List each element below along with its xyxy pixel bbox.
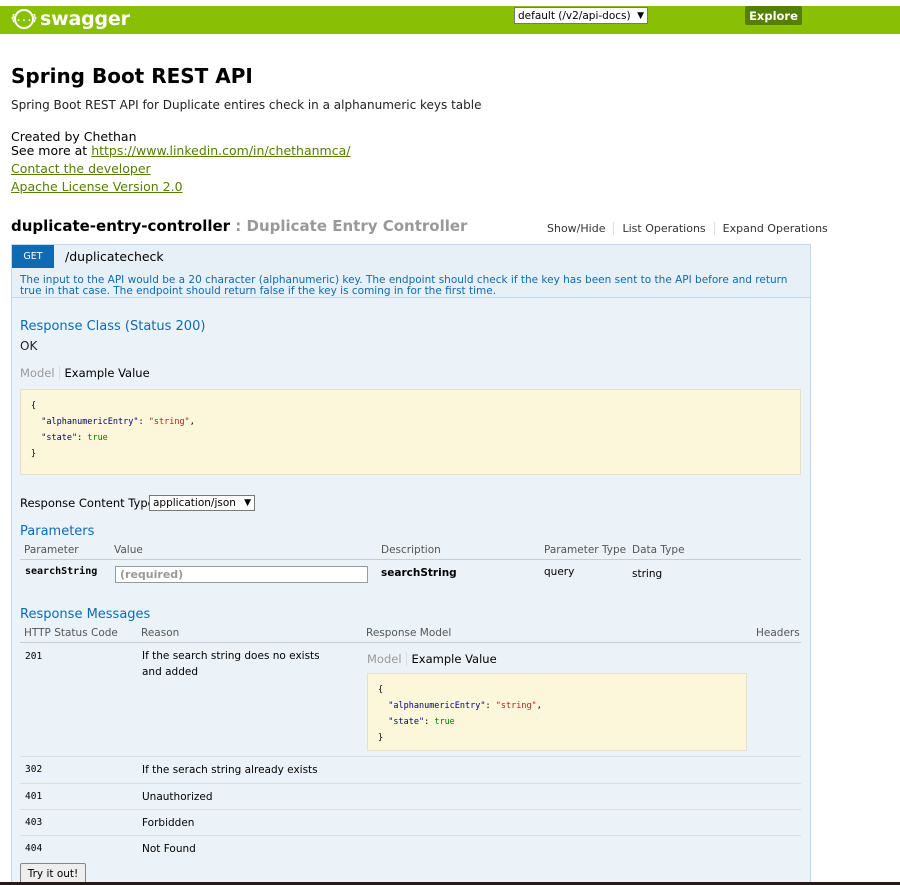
response-class-value: OK [20,339,38,353]
content-type-value: application/json [153,497,236,509]
divider [613,222,615,235]
contact-developer-link[interactable]: Contact the developer [11,161,151,176]
status-reason: Forbidden [142,817,195,829]
example-value-block[interactable]: { "alphanumericEntry": "string", "state"… [20,389,801,475]
json-close: } [378,733,384,743]
col-value: Value [114,544,143,556]
col-description: Description [381,544,441,556]
json-open: { [378,685,384,695]
json-line-2: "state": true [388,717,455,727]
search-string-input[interactable]: (required) [115,566,368,583]
api-definition-select[interactable]: default (/v2/api-docs) ▼ [514,7,648,24]
status-reason: If the search string does no exists and … [142,650,320,678]
param-name: searchString [25,566,98,577]
param-type: query [544,566,575,578]
response-model-tabs: Model Example Value [367,652,497,666]
col-response-model: Response Model [366,627,452,639]
response-class-title: Response Class (Status 200) [20,319,206,334]
controller-name: duplicate-entry-controller [11,217,231,235]
response-messages-title: Response Messages [20,607,151,622]
json-close: } [31,449,37,459]
col-http-status: HTTP Status Code [24,627,118,639]
json-line-1: "alphanumericEntry": "string", [388,701,542,711]
response-content-type-select[interactable]: application/json ▼ [149,495,255,511]
expand-operations-link[interactable]: Expand Operations [723,222,828,235]
response-row: 401 Unauthorized [20,784,801,810]
response-row: 201 If the search string does no exists … [20,643,801,757]
param-data-type: string [632,568,663,580]
parameter-row: searchString (required) searchString que… [20,561,801,591]
signature-tabs: Model Example Value [20,366,150,380]
api-description: Spring Boot REST API for Duplicate entir… [11,98,482,112]
chevron-down-icon: ▼ [244,498,251,508]
col-reason: Reason [141,627,180,639]
tab-model[interactable]: Model [20,366,60,380]
status-code: 302 [25,764,43,775]
json-line-2: "state": true [41,433,108,443]
operation-path[interactable]: /duplicatecheck [65,249,164,264]
tab-model[interactable]: Model [367,652,407,666]
linkedin-link[interactable]: https://www.linkedin.com/in/chethanmca/ [91,143,350,158]
see-more: See more at https://www.linkedin.com/in/… [11,144,350,158]
swagger-logo-icon: {...} [10,9,38,29]
show-hide-link[interactable]: Show/Hide [547,222,605,235]
see-more-prefix: See more at [11,143,92,158]
list-operations-link[interactable]: List Operations [622,222,705,235]
explore-button[interactable]: Explore [745,6,802,25]
response-row: 404 Not Found [20,836,801,862]
operation-heading[interactable]: GET /duplicatecheck The input to the API… [12,245,810,298]
chevron-down-icon: ▼ [637,10,644,21]
col-parameter: Parameter [24,544,79,556]
json-open: { [31,401,37,411]
tab-example-value[interactable]: Example Value [407,652,497,666]
tab-example-value[interactable]: Example Value [60,366,150,380]
response-row: 403 Forbidden [20,810,801,836]
response-messages-header: HTTP Status Code Reason Response Model H… [20,625,801,643]
response-example-block[interactable]: { "alphanumericEntry": "string", "state"… [367,673,747,751]
controller-description: Duplicate Entry Controller [246,217,468,235]
operation-panel: GET /duplicatecheck The input to the API… [11,244,811,885]
status-code: 201 [25,651,43,662]
json-line-1: "alphanumericEntry": "string", [41,417,195,427]
divider [713,222,715,235]
response-content-type-label: Response Content Type [20,496,155,510]
created-by: Created by Chethan [11,129,137,144]
status-code: 401 [25,791,43,802]
controller-operations: Show/Hide List Operations Expand Operati… [547,222,828,235]
api-title: Spring Boot REST API [11,64,253,88]
swagger-logo[interactable]: {...} swagger [10,7,130,31]
col-parameter-type: Parameter Type [544,544,627,556]
status-reason: Unauthorized [142,791,213,803]
col-data-type: Data Type [632,544,685,556]
status-code: 404 [25,843,43,854]
parameters-title: Parameters [20,524,95,539]
http-method-badge[interactable]: GET [12,245,54,268]
operation-notes: The input to the API would be a 20 chara… [20,274,788,297]
parameters-table-header: Parameter Value Description Parameter Ty… [20,542,801,560]
param-description: searchString [381,567,457,579]
top-bar: {...} swagger default (/v2/api-docs) ▼ E… [0,0,900,34]
status-reason: Not Found [142,843,196,855]
license-link[interactable]: Apache License Version 2.0 [11,179,183,194]
controller-heading[interactable]: duplicate-entry-controller : Duplicate E… [11,217,467,235]
logo-text: swagger [40,8,130,30]
status-code: 403 [25,817,43,828]
api-select-value: default (/v2/api-docs) [518,9,631,22]
controller-separator: : [230,217,247,235]
col-headers: Headers [756,627,800,639]
response-row: 302 If the serach string already exists [20,757,801,784]
status-reason: If the serach string already exists [142,764,318,776]
